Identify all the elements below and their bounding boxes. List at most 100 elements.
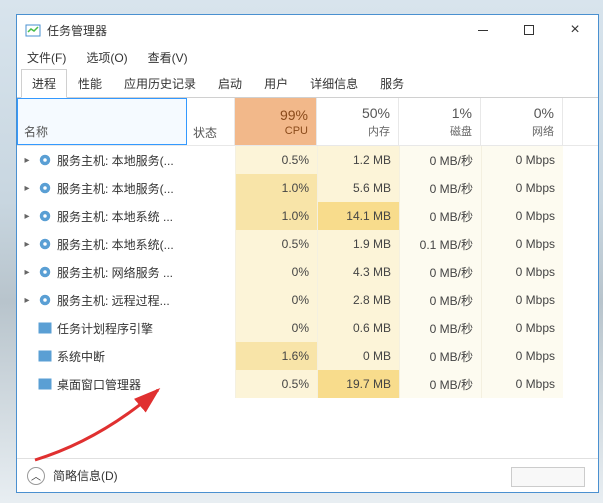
menu-view[interactable]: 查看(V) (144, 47, 192, 68)
process-rows: ▸服务主机: 本地服务(...0.5%1.2 MB0 MB/秒0 Mbps▸服务… (17, 146, 598, 398)
process-name: 服务主机: 本地服务(... (57, 152, 174, 169)
net-cell: 0 Mbps (481, 146, 563, 174)
cpu-label: CPU (285, 125, 308, 137)
mem-cell: 0 MB (317, 342, 399, 370)
maximize-button[interactable] (506, 15, 552, 45)
table-row[interactable]: ▸服务主机: 本地系统(...0.5%1.9 MB0.1 MB/秒0 Mbps (17, 230, 598, 258)
chevron-up-icon[interactable]: ︿ (27, 467, 45, 485)
disk-cell: 0 MB/秒 (399, 146, 481, 174)
table-row[interactable]: ▸ 服务主机: 本地系统 ... 1.0%14.1 MB0 MB/秒0 Mbps (17, 202, 598, 230)
expand-icon[interactable]: ▸ (21, 211, 33, 222)
tab-app-history[interactable]: 应用历史记录 (113, 69, 207, 98)
mem-cell: 19.7 MB (317, 370, 399, 398)
net-label: 网络 (532, 123, 554, 139)
disk-cell: 0 MB/秒 (399, 174, 481, 202)
table-row[interactable]: 任务计划程序引擎0%0.6 MB0 MB/秒0 Mbps (17, 314, 598, 342)
tab-users[interactable]: 用户 (253, 69, 299, 98)
process-icon (37, 236, 53, 252)
header-cpu[interactable]: 99% CPU (235, 98, 317, 145)
menu-file[interactable]: 文件(F) (23, 47, 70, 68)
disk-cell: 0 MB/秒 (399, 258, 481, 286)
mem-cell: 1.2 MB (317, 146, 399, 174)
cpu-cell: 0% (235, 314, 317, 342)
status-cell (187, 202, 235, 230)
status-cell (187, 286, 235, 314)
cpu-cell: 0.5% (235, 230, 317, 258)
net-cell: 0 Mbps (481, 286, 563, 314)
process-icon (37, 292, 53, 308)
tab-performance[interactable]: 性能 (67, 69, 113, 98)
close-button[interactable]: × (552, 15, 598, 45)
cpu-cell: 0% (235, 258, 317, 286)
expand-icon[interactable]: ▸ (21, 155, 33, 166)
process-name: 服务主机: 网络服务 ... (57, 264, 173, 281)
process-name: 服务主机: 本地系统 ... (57, 208, 173, 225)
header-memory[interactable]: 50% 内存 (317, 98, 399, 145)
process-icon (37, 152, 53, 168)
disk-cell: 0.1 MB/秒 (399, 230, 481, 258)
fewer-details-link[interactable]: 简略信息(D) (53, 467, 118, 484)
process-icon (37, 376, 53, 392)
process-icon (37, 348, 53, 364)
process-name-cell: ▸服务主机: 远程过程... (17, 286, 187, 314)
process-name-cell: 桌面窗口管理器 (17, 370, 187, 398)
process-name: 服务主机: 本地服务(... (57, 180, 174, 197)
cpu-cell: 0.5% (235, 370, 317, 398)
cpu-cell: 1.6% (235, 342, 317, 370)
header-network[interactable]: 0% 网络 (481, 98, 563, 145)
disk-cell: 0 MB/秒 (399, 370, 481, 398)
mem-cell: 14.1 MB (317, 202, 399, 230)
table-row[interactable]: ▸服务主机: 网络服务 ...0%4.3 MB0 MB/秒0 Mbps (17, 258, 598, 286)
window-controls: × (460, 15, 598, 45)
table-row[interactable]: ▸服务主机: 本地服务(...0.5%1.2 MB0 MB/秒0 Mbps (17, 146, 598, 174)
disk-cell: 0 MB/秒 (399, 286, 481, 314)
tab-startup[interactable]: 启动 (207, 69, 253, 98)
process-name-cell: 系统中断 (17, 342, 187, 370)
header-disk[interactable]: 1% 磁盘 (399, 98, 481, 145)
cpu-cell: 1.0% (235, 202, 317, 230)
process-name-cell: ▸ 服务主机: 本地服务(... (17, 174, 187, 202)
expand-icon[interactable]: ▸ (21, 183, 33, 194)
process-name-cell: ▸ 服务主机: 本地系统 ... (17, 202, 187, 230)
net-cell: 0 Mbps (481, 342, 563, 370)
minimize-button[interactable] (460, 15, 506, 45)
cpu-cell: 1.0% (235, 174, 317, 202)
cpu-usage-total: 99% (280, 107, 308, 123)
status-cell (187, 342, 235, 370)
net-cell: 0 Mbps (481, 174, 563, 202)
app-icon (25, 22, 41, 38)
cpu-cell: 0% (235, 286, 317, 314)
process-name-cell: ▸ 服务主机: 本地系统(... (17, 230, 187, 258)
disk-cell: 0 MB/秒 (399, 342, 481, 370)
menu-options[interactable]: 选项(O) (82, 47, 131, 68)
header-name[interactable]: 名称 (17, 98, 187, 145)
expand-icon[interactable]: ▸ (21, 295, 33, 306)
mem-cell: 0.6 MB (317, 314, 399, 342)
tab-details[interactable]: 详细信息 (299, 69, 369, 98)
table-row[interactable]: ▸服务主机: 本地服务(...1.0%5.6 MB0 MB/秒0 Mbps (17, 174, 598, 202)
process-name: 服务主机: 本地系统(... (57, 236, 174, 253)
process-name-cell: 任务计划程序引擎 (17, 314, 187, 342)
table-row[interactable]: 系统中断 1.6%0 MB0 MB/秒0 Mbps (17, 342, 598, 370)
status-cell (187, 370, 235, 398)
table-row[interactable]: 桌面窗口管理器 0.5%19.7 MB0 MB/秒0 Mbps (17, 370, 598, 398)
net-cell: 0 Mbps (481, 370, 563, 398)
disk-cell: 0 MB/秒 (399, 202, 481, 230)
status-cell (187, 174, 235, 202)
task-manager-window: 任务管理器 × 文件(F) 选项(O) 查看(V) 进程 性能 应用历史记录 启… (16, 14, 599, 493)
status-cell (187, 146, 235, 174)
disk-label: 磁盘 (450, 123, 472, 139)
tab-services[interactable]: 服务 (369, 69, 415, 98)
expand-icon[interactable]: ▸ (21, 239, 33, 250)
tab-processes[interactable]: 进程 (21, 69, 67, 98)
table-row[interactable]: ▸服务主机: 远程过程...0%2.8 MB0 MB/秒0 Mbps (17, 286, 598, 314)
header-status[interactable]: 状态 (187, 98, 235, 145)
status-cell (187, 314, 235, 342)
mem-usage-total: 50% (362, 105, 390, 121)
net-cell: 0 Mbps (481, 314, 563, 342)
tab-bar: 进程 性能 应用历史记录 启动 用户 详细信息 服务 (17, 69, 598, 98)
net-cell: 0 Mbps (481, 202, 563, 230)
expand-icon[interactable]: ▸ (21, 267, 33, 278)
mem-label: 内存 (368, 123, 390, 139)
process-name: 系统中断 (57, 348, 105, 365)
